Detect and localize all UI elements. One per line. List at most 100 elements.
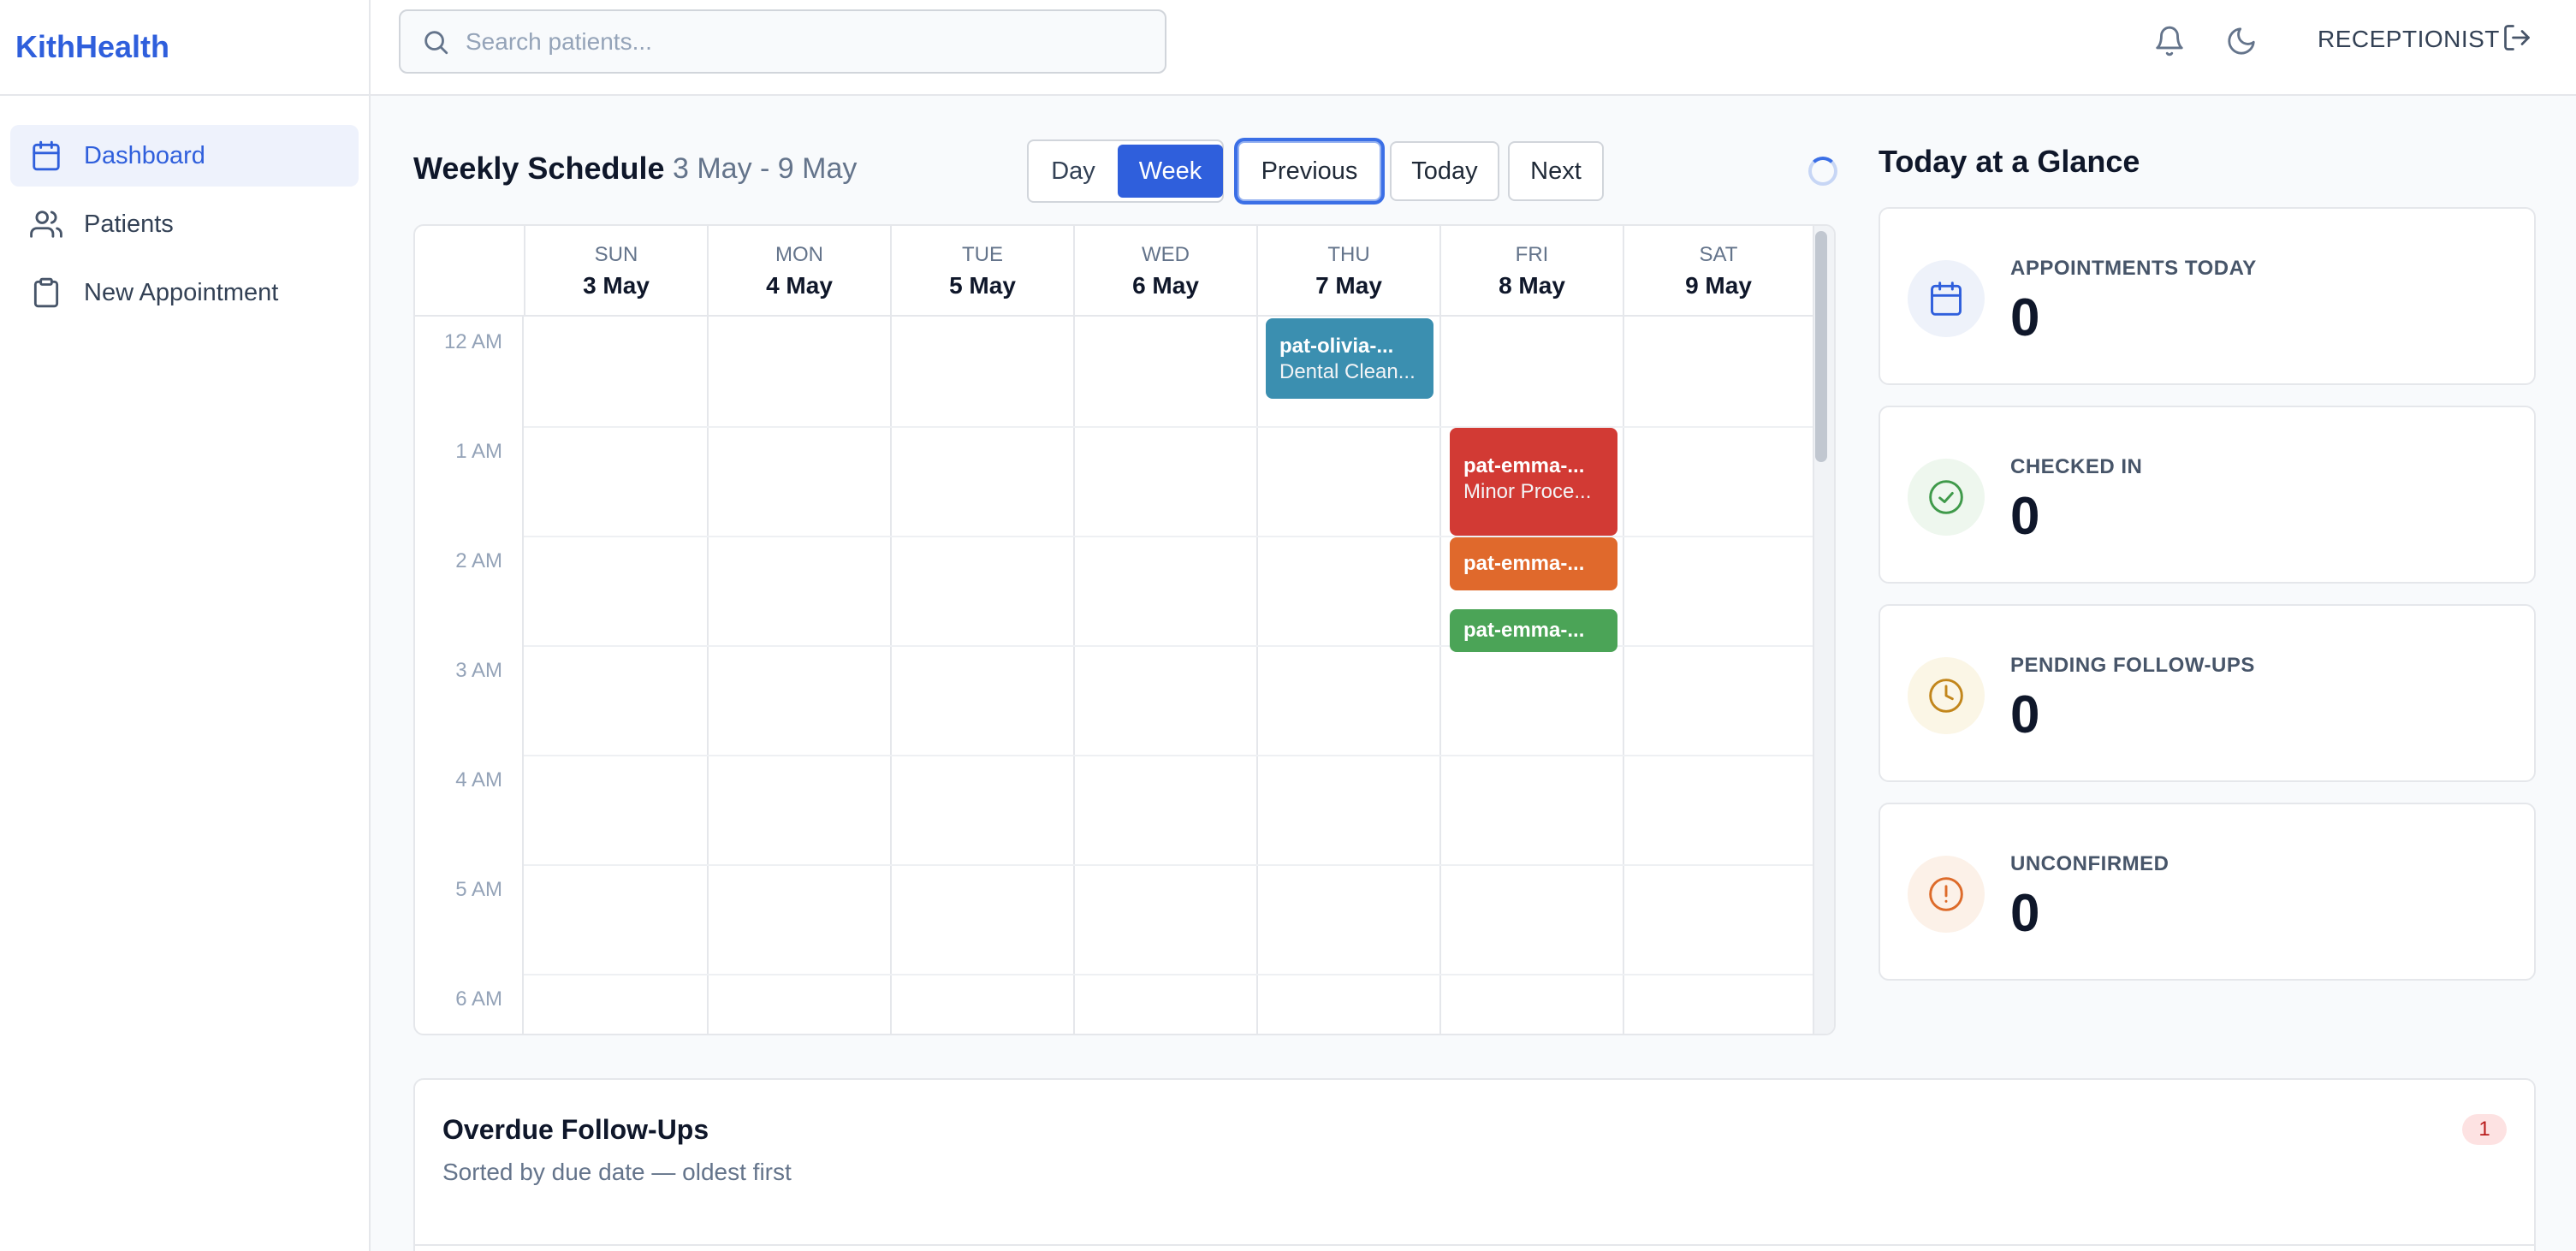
event-patient: pat-olivia-... (1279, 335, 1394, 358)
day-date: 7 May (1315, 272, 1382, 299)
stat-value: 0 (2010, 884, 2040, 943)
stat-label: UNCONFIRMED (2010, 852, 2169, 875)
appointment-event[interactable]: pat-emma-... (1450, 609, 1617, 652)
stat-label: CHECKED IN (2010, 455, 2143, 478)
hour-divider (524, 864, 1813, 866)
stat-label: PENDING FOLLOW-UPS (2010, 654, 2255, 677)
sidebar-item-dashboard[interactable]: Dashboard (10, 125, 359, 187)
day-header-tue[interactable]: TUE 5 May (890, 226, 1073, 317)
stat-card-unconfirmed: UNCONFIRMED 0 (1879, 803, 2536, 981)
view-toggle: Day Week (1027, 139, 1224, 203)
day-date: 3 May (583, 272, 650, 299)
day-header-wed[interactable]: WED 6 May (1073, 226, 1256, 317)
brand-header: KithHealth (0, 0, 369, 96)
day-of-week: SUN (594, 243, 638, 266)
day-date: 5 May (949, 272, 1016, 299)
previous-button[interactable]: Previous (1238, 141, 1381, 201)
sidebar-item-label: New Appointment (84, 278, 279, 306)
event-type: Minor Proce... (1463, 480, 1592, 503)
day-date: 9 May (1685, 272, 1752, 299)
column-divider (890, 317, 892, 1034)
day-of-week: MON (775, 243, 823, 266)
hour-divider (524, 645, 1813, 647)
next-button[interactable]: Next (1508, 141, 1604, 201)
day-header-thu[interactable]: THU 7 May (1256, 226, 1439, 317)
stat-value: 0 (2010, 685, 2040, 744)
stat-value: 0 (2010, 487, 2040, 546)
event-patient: pat-emma-... (1463, 552, 1585, 575)
calendar-scrollbar-thumb[interactable] (1815, 231, 1827, 462)
event-type: Dental Clean... (1279, 360, 1416, 383)
day-header-sat[interactable]: SAT 9 May (1623, 226, 1813, 317)
day-date: 4 May (766, 272, 833, 299)
sidebar-nav: Dashboard Patients New Appointment (0, 96, 369, 323)
clock-icon (1908, 657, 1985, 734)
moon-icon[interactable] (2221, 21, 2262, 62)
hour-label: 5 AM (455, 878, 502, 901)
day-date: 6 May (1132, 272, 1199, 299)
column-divider (1623, 317, 1624, 1034)
column-divider (1256, 317, 1258, 1034)
sidebar-item-label: Dashboard (84, 141, 205, 169)
sidebar-item-label: Patients (84, 210, 174, 238)
calendar-header-row: SUN 3 May MON 4 May TUE 5 May WED 6 May … (415, 226, 1813, 317)
bell-icon[interactable] (2149, 21, 2190, 62)
day-of-week: FRI (1515, 243, 1549, 266)
hour-divider (524, 755, 1813, 756)
day-of-week: TUE (962, 243, 1003, 266)
day-date: 8 May (1499, 272, 1565, 299)
brand-logo-text[interactable]: KithHealth (15, 29, 169, 65)
hour-label: 1 AM (455, 440, 502, 463)
glance-title: Today at a Glance (1879, 144, 2140, 179)
loading-spinner-icon (1808, 157, 1837, 186)
day-header-sun[interactable]: SUN 3 May (524, 226, 707, 317)
appointment-event[interactable]: pat-emma-... Minor Proce... (1450, 428, 1617, 536)
day-of-week: WED (1142, 243, 1190, 266)
today-button[interactable]: Today (1390, 141, 1499, 201)
hour-divider (524, 974, 1813, 975)
column-divider (1073, 317, 1075, 1034)
hour-label: 2 AM (455, 549, 502, 572)
topbar: RECEPTIONIST (371, 0, 2576, 96)
event-patient: pat-emma-... (1463, 619, 1585, 642)
panel-subtitle: Sorted by due date — oldest first (442, 1159, 792, 1185)
stat-card-appointments-today: APPOINTMENTS TODAY 0 (1879, 207, 2536, 385)
count-badge: 1 (2462, 1114, 2507, 1145)
calendar-icon (29, 139, 63, 173)
event-patient: pat-emma-... (1463, 454, 1585, 477)
hour-label: 12 AM (443, 330, 502, 353)
stat-card-pending-follow-ups: PENDING FOLLOW-UPS 0 (1879, 604, 2536, 782)
day-header-mon[interactable]: MON 4 May (707, 226, 890, 317)
view-day-button[interactable]: Day (1029, 141, 1118, 201)
sidebar-item-patients[interactable]: Patients (10, 193, 359, 255)
overdue-follow-ups-panel: Overdue Follow-Ups Sorted by due date — … (413, 1078, 2536, 1251)
alert-circle-icon (1908, 856, 1985, 933)
stat-value: 0 (2010, 288, 2040, 347)
sidebar-item-new-appointment[interactable]: New Appointment (10, 262, 359, 323)
column-divider (522, 317, 524, 1034)
sidebar: KithHealth Dashboard Patients New Appoin… (0, 0, 371, 1251)
hour-label: 6 AM (455, 987, 502, 1011)
calendar-icon (1908, 260, 1985, 337)
hour-divider (524, 536, 1813, 537)
stat-label: APPOINTMENTS TODAY (2010, 257, 2257, 280)
schedule-title: Weekly Schedule (413, 151, 665, 186)
users-icon (29, 207, 63, 241)
appointment-event[interactable]: pat-olivia-... Dental Clean... (1266, 318, 1433, 399)
stat-card-checked-in: CHECKED IN 0 (1879, 406, 2536, 584)
search-input[interactable] (466, 27, 1150, 56)
day-header-fri[interactable]: FRI 8 May (1439, 226, 1623, 317)
logout-icon[interactable] (2502, 22, 2539, 60)
user-role-label: RECEPTIONIST (2318, 26, 2500, 52)
search-icon (421, 27, 450, 56)
appointment-event[interactable]: pat-emma-... (1450, 537, 1617, 590)
column-divider (707, 317, 709, 1034)
week-calendar: SUN 3 May MON 4 May TUE 5 May WED 6 May … (413, 224, 1836, 1035)
view-week-button[interactable]: Week (1118, 145, 1223, 198)
schedule-date-range: 3 May - 9 May (673, 152, 858, 185)
search-box[interactable] (399, 9, 1166, 74)
app-root: KithHealth Dashboard Patients New Appoin… (0, 0, 2576, 1251)
clipboard-icon (29, 276, 63, 310)
day-of-week: SAT (1699, 243, 1738, 266)
hour-divider (524, 426, 1813, 428)
